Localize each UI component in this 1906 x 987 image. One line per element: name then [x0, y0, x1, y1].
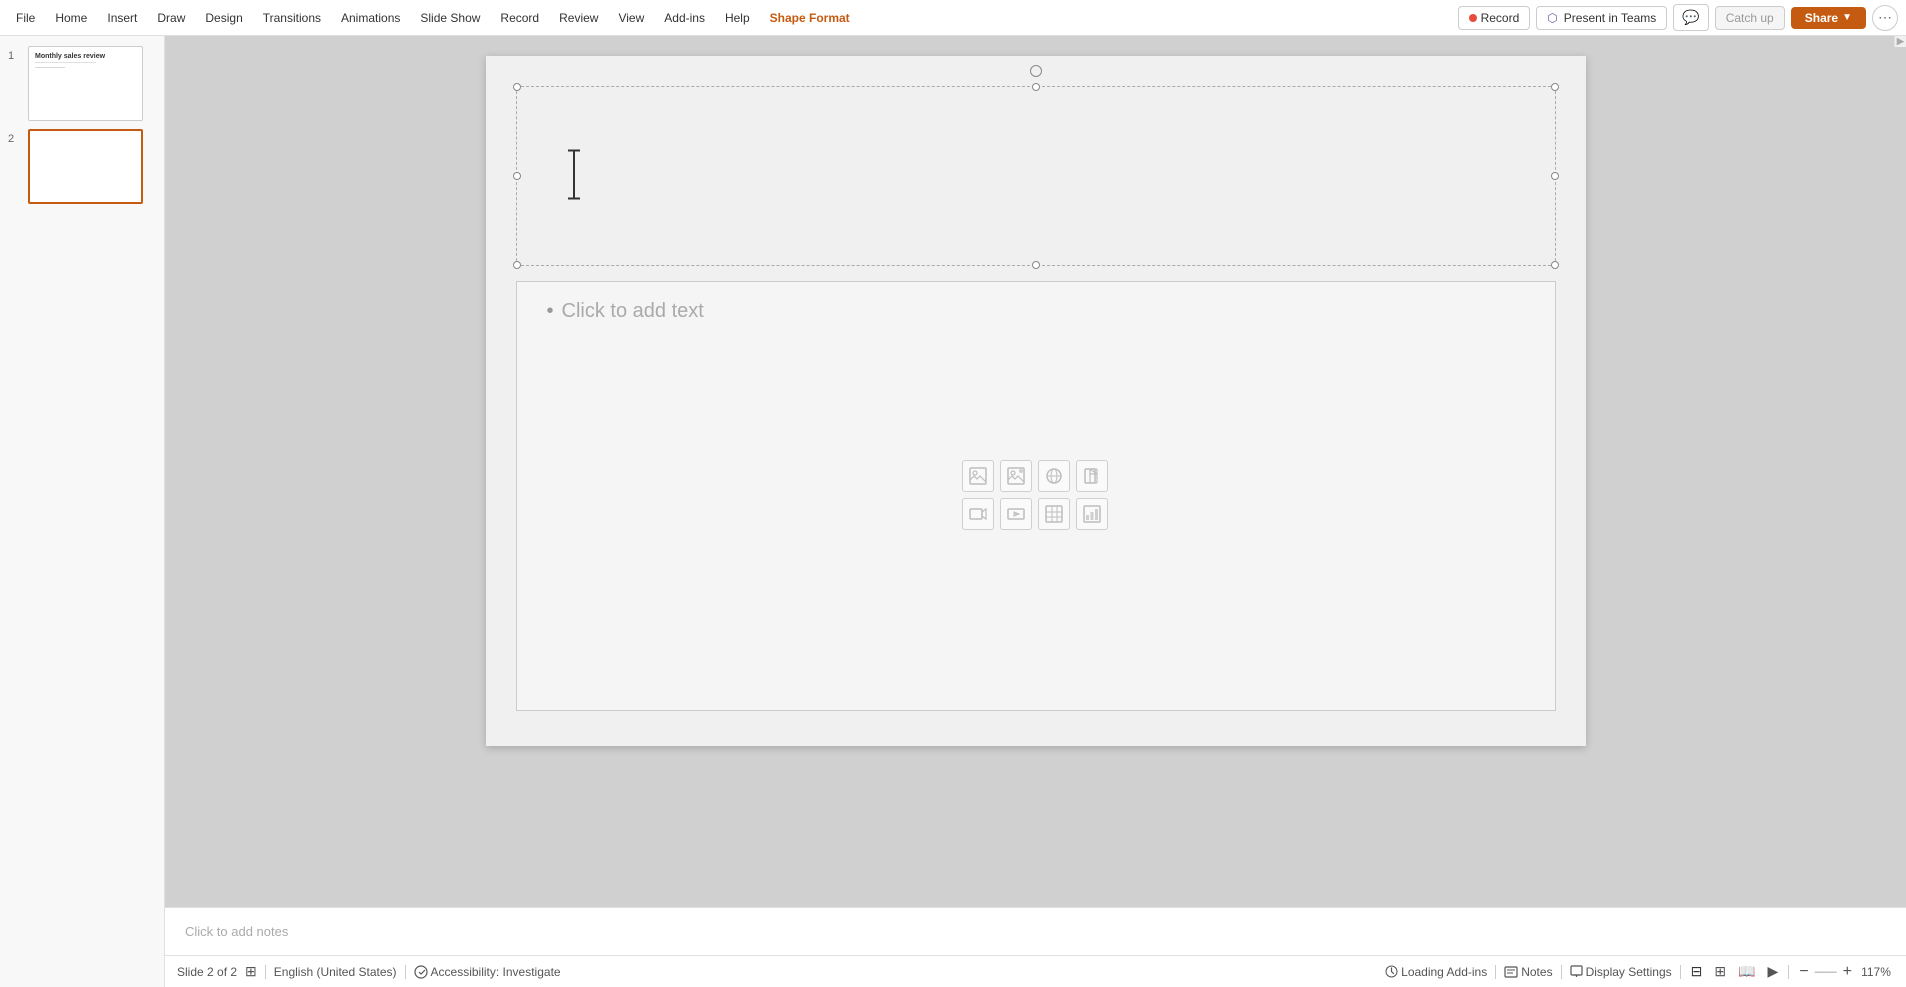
handle-bottom-left[interactable]: [513, 261, 521, 269]
separator-5: [1680, 965, 1681, 979]
handle-bottom-right[interactable]: [1551, 261, 1559, 269]
slideshow-view-button[interactable]: ▶: [1766, 963, 1781, 980]
present-teams-button[interactable]: ⬡ Present in Teams: [1536, 6, 1667, 30]
slide-image-2[interactable]: [28, 129, 143, 204]
content-insert-icons: [962, 460, 1110, 532]
share-button[interactable]: Share ▼: [1791, 7, 1866, 29]
slide-image-1[interactable]: Monthly sales review ——————: [28, 46, 143, 121]
handle-top-left[interactable]: [513, 83, 521, 91]
menu-file[interactable]: File: [8, 7, 43, 29]
canvas-area: • Click to add text: [165, 36, 1906, 987]
separator-2: [405, 965, 406, 979]
top-right-actions: Record ⬡ Present in Teams 💬 Catch up Sha…: [1458, 4, 1898, 31]
menu-animations[interactable]: Animations: [333, 7, 408, 29]
title-textbox[interactable]: [516, 86, 1556, 266]
zoom-value[interactable]: 117%: [1858, 965, 1894, 979]
handle-middle-left[interactable]: [513, 172, 521, 180]
handle-top-middle[interactable]: [1032, 83, 1040, 91]
menu-slideshow[interactable]: Slide Show: [412, 7, 488, 29]
menu-bar: File Home Insert Draw Design Transitions…: [0, 0, 1906, 36]
notes-label: Notes: [1521, 965, 1552, 979]
slide-info: Slide 2 of 2: [177, 965, 237, 979]
zoom-in-button[interactable]: +: [1841, 963, 1854, 981]
teams-icon: ⬡: [1547, 11, 1557, 25]
separator-1: [265, 965, 266, 979]
menu-draw[interactable]: Draw: [149, 7, 193, 29]
content-placeholder-text: • Click to add text: [547, 300, 704, 323]
insert-chart-icon[interactable]: [1076, 498, 1108, 530]
slide-thumb-1[interactable]: 1 Monthly sales review ——————: [4, 44, 160, 123]
insert-stock-images-icon[interactable]: [1000, 460, 1032, 492]
separator-6: [1788, 965, 1789, 979]
slide-number-2: 2: [8, 133, 22, 145]
insert-table-icon[interactable]: [1038, 498, 1070, 530]
menu-help[interactable]: Help: [717, 7, 758, 29]
menu-view[interactable]: View: [610, 7, 652, 29]
insert-video-icon[interactable]: [962, 498, 994, 530]
accessibility-label[interactable]: Accessibility: Investigate: [414, 965, 561, 979]
slide1-title: Monthly sales review: [35, 53, 136, 60]
notes-placeholder[interactable]: Click to add notes: [185, 924, 288, 939]
language-label[interactable]: English (United States): [274, 965, 397, 979]
zoom-out-button[interactable]: −: [1797, 963, 1810, 981]
slide1-decoration: [35, 62, 96, 63]
status-bar: Slide 2 of 2 ⊞ English (United States) A…: [165, 955, 1906, 987]
menu-record[interactable]: Record: [492, 7, 547, 29]
slide1-subtitle: ——————: [35, 65, 136, 71]
slide-canvas[interactable]: • Click to add text: [486, 56, 1586, 746]
status-right: Loading Add-ins Notes Display Settings ⊟…: [1385, 963, 1894, 981]
menu-design[interactable]: Design: [197, 7, 250, 29]
zoom-slider-track: ——: [1815, 966, 1837, 978]
insert-files-icon[interactable]: [1076, 460, 1108, 492]
bullet-icon: •: [547, 300, 554, 323]
more-options-button[interactable]: ⋯: [1872, 5, 1898, 31]
menu-transitions[interactable]: Transitions: [255, 7, 329, 29]
slide1-preview: Monthly sales review ——————: [29, 47, 142, 120]
reading-view-button[interactable]: 📖: [1736, 963, 1757, 980]
normal-view-button[interactable]: ⊟: [1689, 963, 1705, 980]
right-panel-collapse[interactable]: ◀: [1894, 36, 1906, 47]
rotate-handle[interactable]: [1030, 65, 1042, 77]
text-cursor: [565, 149, 583, 204]
record-dot-icon: [1469, 14, 1477, 22]
catchup-button[interactable]: Catch up: [1715, 6, 1785, 30]
separator-3: [1495, 965, 1496, 979]
content-textbox[interactable]: • Click to add text: [516, 281, 1556, 711]
handle-bottom-middle[interactable]: [1032, 261, 1040, 269]
insert-online-video-icon[interactable]: [1000, 498, 1032, 530]
status-left: Slide 2 of 2 ⊞ English (United States) A…: [177, 963, 1373, 980]
menu-shape-format[interactable]: Shape Format: [762, 7, 858, 29]
canvas-scroll[interactable]: • Click to add text: [165, 36, 1906, 907]
insert-pictures-icon[interactable]: [962, 460, 994, 492]
menu-home[interactable]: Home: [47, 7, 95, 29]
app-body: 1 Monthly sales review —————— 2: [0, 36, 1906, 987]
handle-middle-right[interactable]: [1551, 172, 1559, 180]
separator-4: [1561, 965, 1562, 979]
menu-review[interactable]: Review: [551, 7, 606, 29]
share-dropdown-icon: ▼: [1842, 12, 1852, 23]
menu-insert[interactable]: Insert: [99, 7, 145, 29]
notes-button[interactable]: Notes: [1504, 965, 1552, 979]
view-mode-icon: ⊞: [245, 963, 257, 980]
insert-online-pictures-icon[interactable]: [1038, 460, 1070, 492]
slide-thumb-2[interactable]: 2: [4, 127, 160, 206]
record-button[interactable]: Record: [1458, 6, 1531, 30]
slide-sorter-button[interactable]: ⊞: [1712, 963, 1728, 980]
slide-panel: 1 Monthly sales review —————— 2: [0, 36, 165, 987]
slide-number-1: 1: [8, 50, 22, 62]
notes-area[interactable]: Click to add notes: [165, 907, 1906, 955]
loading-addins-label: Loading Add-ins: [1385, 965, 1487, 979]
handle-top-right[interactable]: [1551, 83, 1559, 91]
display-settings-label[interactable]: Display Settings: [1570, 965, 1672, 979]
menu-addins[interactable]: Add-ins: [656, 7, 713, 29]
comment-button[interactable]: 💬: [1673, 4, 1708, 31]
zoom-control: − —— + 117%: [1797, 963, 1894, 981]
